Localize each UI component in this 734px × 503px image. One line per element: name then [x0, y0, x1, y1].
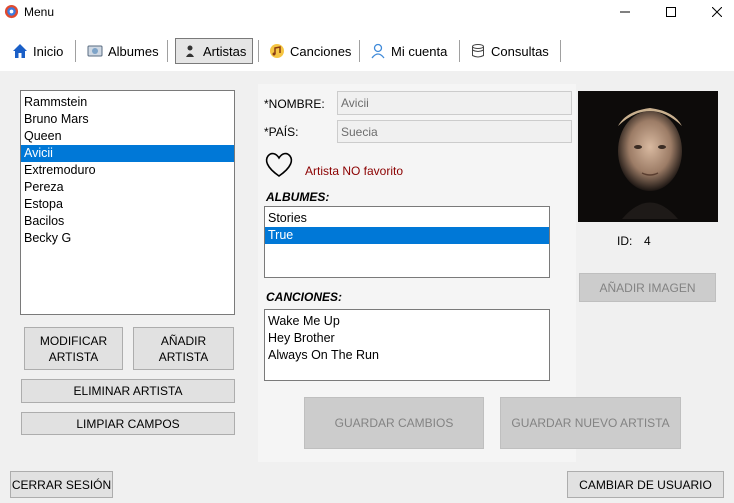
- minimize-button[interactable]: [602, 0, 648, 24]
- modify-artist-button[interactable]: MODIFICAR ARTISTA: [24, 327, 123, 370]
- artist-list-item[interactable]: Bruno Mars: [21, 111, 234, 128]
- app-icon: [4, 4, 19, 19]
- song-list[interactable]: Wake Me Up Hey Brother Always On The Run: [264, 309, 550, 381]
- tab-canciones[interactable]: Canciones: [263, 38, 357, 64]
- maximize-icon: [666, 7, 676, 17]
- tab-consultas-label: Consultas: [491, 43, 549, 59]
- songs-icon: [270, 44, 284, 58]
- tab-canciones-label: Canciones: [290, 43, 352, 59]
- artist-list-item[interactable]: Queen: [21, 128, 234, 145]
- album-list-item-selected[interactable]: True: [265, 227, 549, 244]
- close-button[interactable]: [694, 0, 734, 24]
- album-icon: [87, 45, 103, 57]
- song-list-item[interactable]: Wake Me Up: [265, 313, 549, 330]
- tab-albumes[interactable]: Albumes: [81, 38, 165, 64]
- maximize-button[interactable]: [648, 0, 694, 24]
- clear-fields-button[interactable]: LIMPIAR CAMPOS: [21, 412, 235, 435]
- album-list[interactable]: Stories True: [264, 206, 550, 278]
- name-label: *NOMBRE:: [264, 97, 325, 111]
- tab-artistas[interactable]: Artistas: [175, 38, 254, 64]
- favorite-status: Artista NO favorito: [305, 164, 404, 178]
- artist-list-item[interactable]: Estopa: [21, 196, 234, 213]
- minimize-icon: [620, 11, 630, 13]
- songs-header: CANCIONES:: [266, 290, 343, 304]
- favorite-heart-icon[interactable]: [264, 152, 294, 178]
- home-icon: [13, 44, 27, 58]
- tab-mi-cuenta[interactable]: Mi cuenta: [364, 38, 453, 64]
- artist-icon: [186, 45, 194, 57]
- artist-list-item[interactable]: Extremoduro: [21, 162, 234, 179]
- add-artist-label: AÑADIR ARTISTA: [158, 333, 209, 364]
- tab-artistas-label: Artistas: [203, 43, 247, 59]
- song-list-item[interactable]: Hey Brother: [265, 330, 549, 347]
- query-icon: [472, 44, 484, 58]
- tab-inicio[interactable]: Inicio: [6, 38, 69, 64]
- album-list-item[interactable]: Stories: [265, 210, 549, 227]
- window-title: Menu: [24, 5, 55, 19]
- save-new-artist-button[interactable]: GUARDAR NUEVO ARTISTA: [500, 397, 681, 449]
- artist-list-item[interactable]: Bacilos: [21, 213, 234, 230]
- logout-button[interactable]: CERRAR SESIÓN: [10, 471, 113, 498]
- change-user-button[interactable]: CAMBIAR DE USUARIO: [567, 471, 724, 498]
- artist-list-item[interactable]: Rammstein: [21, 94, 234, 111]
- tab-inicio-label: Inicio: [33, 43, 64, 59]
- tab-separator: [560, 40, 561, 62]
- country-field[interactable]: Suecia: [337, 120, 572, 143]
- delete-artist-button[interactable]: ELIMINAR ARTISTA: [21, 379, 235, 403]
- artist-list-item-selected[interactable]: Avicii: [21, 145, 234, 162]
- song-list-item[interactable]: Always On The Run: [265, 347, 549, 364]
- name-field[interactable]: Avicii: [337, 91, 572, 115]
- tab-separator: [258, 40, 259, 62]
- modify-artist-label: MODIFICAR ARTISTA: [39, 333, 108, 364]
- tab-separator: [75, 40, 76, 62]
- tab-bar: Inicio Albumes Artistas Canciones Mi cue…: [0, 24, 734, 72]
- close-icon: [712, 7, 722, 17]
- artist-photo: [578, 91, 718, 222]
- artist-list-item[interactable]: Pereza: [21, 179, 234, 196]
- add-image-button[interactable]: AÑADIR IMAGEN: [579, 273, 716, 302]
- id-label: ID:: [617, 234, 633, 248]
- title-bar: Menu: [0, 0, 734, 24]
- country-label: *PAÍS:: [264, 125, 299, 139]
- albums-header: ALBUMES:: [266, 190, 330, 204]
- artist-photo-image: [578, 91, 718, 222]
- tab-separator: [167, 40, 168, 62]
- save-changes-button[interactable]: GUARDAR CAMBIOS: [304, 397, 484, 449]
- add-artist-button[interactable]: AÑADIR ARTISTA: [133, 327, 234, 370]
- tab-albumes-label: Albumes: [108, 43, 159, 59]
- tab-consultas[interactable]: Consultas: [464, 38, 555, 64]
- tab-mi-cuenta-label: Mi cuenta: [391, 43, 448, 59]
- artist-list[interactable]: Rammstein Bruno Mars Queen Avicii Extrem…: [20, 90, 235, 315]
- id-value: 4: [644, 234, 651, 248]
- artist-list-item[interactable]: Becky G: [21, 230, 234, 247]
- tab-separator: [459, 40, 460, 62]
- user-icon: [371, 43, 385, 59]
- tab-separator: [359, 40, 360, 62]
